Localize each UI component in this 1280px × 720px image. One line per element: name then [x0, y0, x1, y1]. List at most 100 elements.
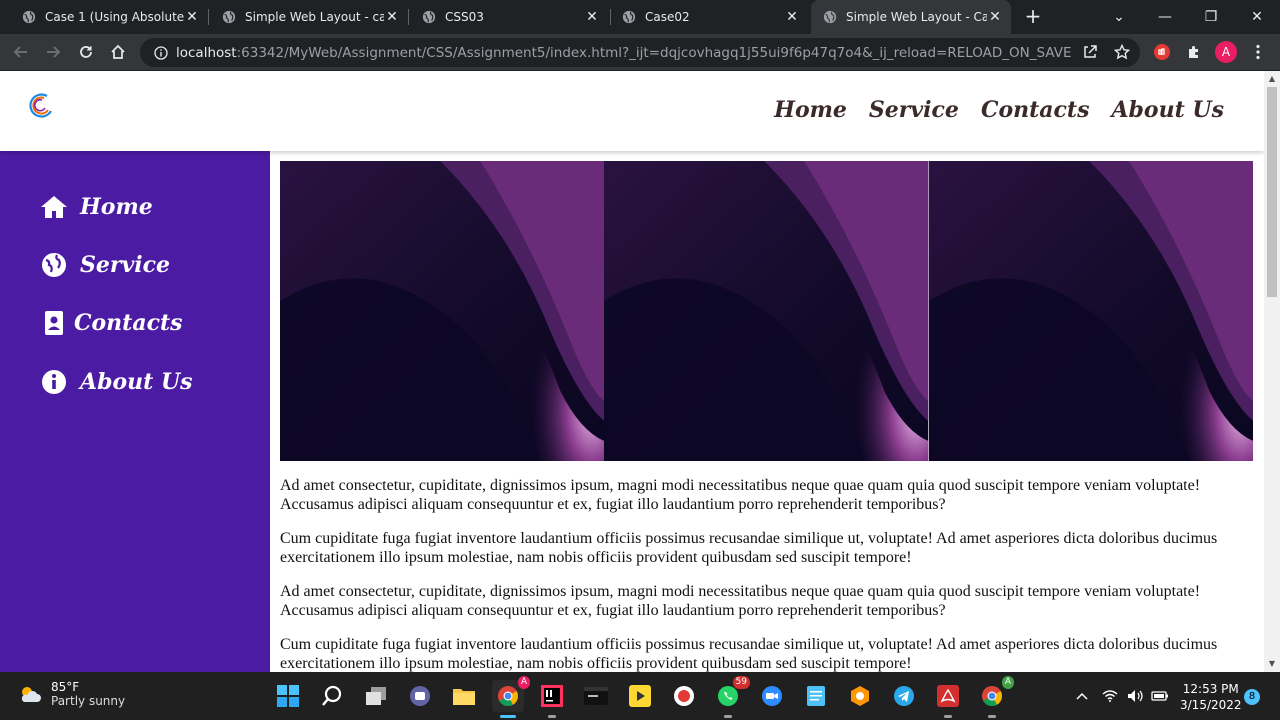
- scroll-down-arrow[interactable]: ▼: [1264, 656, 1280, 672]
- browser-tab-bar: Case 1 (Using Absolute & ✕ Simple Web La…: [0, 0, 1280, 34]
- scroll-thumb[interactable]: [1267, 87, 1277, 297]
- sidebar-item-service[interactable]: Service: [40, 251, 170, 279]
- new-tab-button[interactable]: +: [1022, 5, 1044, 27]
- logo-icon[interactable]: [27, 91, 55, 119]
- acrobat-app[interactable]: [932, 680, 964, 718]
- tab-5-active[interactable]: Simple Web Layout - Case ✕: [811, 0, 1011, 34]
- url-host: localhost: [176, 44, 237, 61]
- wifi-icon[interactable]: [1102, 672, 1118, 720]
- page-scrollbar[interactable]: ▲ ▼: [1264, 71, 1280, 672]
- sidebar-item-about[interactable]: About Us: [40, 368, 193, 396]
- address-bar[interactable]: localhost :63342/MyWeb/Assignment/CSS/As…: [140, 38, 1140, 67]
- tab-1[interactable]: Case 1 (Using Absolute & ✕: [0, 0, 208, 34]
- scroll-up-arrow[interactable]: ▲: [1264, 71, 1280, 87]
- task-view-button[interactable]: [360, 680, 392, 712]
- windows-taskbar: 85°F Partly sunny A 59 A 12:53 PM 3/15/2…: [0, 672, 1280, 720]
- tab-title: Case02: [645, 10, 690, 24]
- weather-temp: 85°F: [51, 680, 80, 694]
- running-indicator: [988, 715, 996, 718]
- tab-title: Simple Web Layout - case: [245, 10, 384, 24]
- sidebar-item-label: About Us: [80, 369, 193, 395]
- close-icon[interactable]: ✕: [384, 9, 400, 25]
- topnav-about-link[interactable]: About Us: [1111, 97, 1224, 123]
- close-icon[interactable]: ✕: [584, 9, 600, 25]
- chevron-up-icon: [1076, 692, 1088, 700]
- tab-title: CSS03: [445, 10, 484, 24]
- sublime-app[interactable]: [844, 680, 876, 712]
- menu-kebab-icon[interactable]: [1246, 40, 1270, 64]
- close-icon[interactable]: ✕: [184, 9, 200, 25]
- folder-icon: [453, 689, 475, 705]
- weather-widget[interactable]: 85°F Partly sunny: [18, 680, 125, 708]
- recorder-app[interactable]: [668, 680, 700, 712]
- notepad-app[interactable]: [800, 680, 832, 712]
- body-paragraph: Ad amet consectetur, cupiditate, digniss…: [280, 583, 1201, 619]
- telegram-app[interactable]: [888, 680, 920, 712]
- start-button[interactable]: [272, 680, 304, 712]
- sidebar-item-contacts[interactable]: Contacts: [40, 309, 183, 337]
- running-indicator: [944, 715, 952, 718]
- search-button[interactable]: [316, 680, 348, 712]
- profile-avatar[interactable]: A: [1214, 40, 1238, 64]
- hero-image: [280, 161, 605, 461]
- topnav-contacts-link[interactable]: Contacts: [981, 97, 1090, 123]
- close-icon[interactable]: ✕: [784, 9, 800, 25]
- show-hidden-icons[interactable]: [1076, 672, 1088, 720]
- close-window-button[interactable]: ✕: [1234, 0, 1280, 34]
- globe-icon: [823, 10, 837, 24]
- restore-button[interactable]: ❐: [1188, 0, 1234, 34]
- chrome-icon: [498, 686, 519, 707]
- info-icon[interactable]: [154, 45, 168, 60]
- running-indicator: [500, 715, 516, 718]
- sidebar-item-label: Home: [80, 194, 153, 220]
- extension-red-icon[interactable]: [1150, 40, 1174, 64]
- chrome-app[interactable]: A: [492, 676, 530, 718]
- terminal-app[interactable]: [580, 680, 612, 712]
- share-icon[interactable]: [1078, 40, 1102, 64]
- player-app[interactable]: [624, 680, 656, 712]
- tab-search-icon[interactable]: ⌄: [1096, 0, 1142, 34]
- home-button[interactable]: [106, 40, 130, 64]
- battery-icon[interactable]: [1151, 672, 1169, 720]
- chrome-profile-app[interactable]: A: [976, 676, 1014, 718]
- hero-banner: [280, 161, 1253, 461]
- intellij-icon: [541, 685, 563, 707]
- reload-icon: [80, 46, 92, 58]
- top-nav: Home Service Contacts About Us: [774, 97, 1224, 123]
- body-paragraph: Cum cupiditate fuga fugiat inventore lau…: [280, 530, 1218, 566]
- globe-icon: [622, 10, 636, 24]
- contact-card-icon: [40, 309, 68, 337]
- volume-icon[interactable]: [1127, 672, 1143, 720]
- terminal-icon: [584, 687, 608, 705]
- notepad-icon: [807, 686, 825, 706]
- clock-date: 3/15/2022: [1180, 698, 1242, 712]
- back-button[interactable]: [9, 40, 33, 64]
- teams-chat-app[interactable]: [404, 680, 436, 712]
- clock[interactable]: 12:53 PM 3/15/2022: [1180, 681, 1242, 713]
- reload-button[interactable]: [74, 40, 98, 64]
- minimize-button[interactable]: —: [1142, 0, 1188, 34]
- extensions-puzzle-icon[interactable]: [1182, 40, 1206, 64]
- hero-image: [604, 161, 929, 461]
- whatsapp-app[interactable]: 59: [712, 676, 750, 718]
- tab-2[interactable]: Simple Web Layout - case ✕: [200, 0, 408, 34]
- forward-button[interactable]: [41, 40, 65, 64]
- browser-toolbar: localhost :63342/MyWeb/Assignment/CSS/As…: [0, 34, 1280, 71]
- hexagon-app-icon: [851, 686, 869, 706]
- zoom-app[interactable]: [756, 680, 788, 712]
- topnav-service-link[interactable]: Service: [869, 97, 959, 123]
- topnav-home-link[interactable]: Home: [774, 97, 847, 123]
- tab-3[interactable]: CSS03 ✕: [400, 0, 608, 34]
- arrow-left-icon: [13, 46, 27, 58]
- close-icon[interactable]: ✕: [987, 9, 1003, 25]
- partly-sunny-icon: [21, 687, 41, 702]
- url-path: :63342/MyWeb/Assignment/CSS/Assignment5/…: [236, 44, 1072, 61]
- site-header: Home Service Contacts About Us: [0, 71, 1264, 151]
- sidebar-item-home[interactable]: Home: [40, 193, 153, 221]
- bookmark-star-icon[interactable]: [1110, 40, 1134, 64]
- profile-badge: A: [517, 676, 530, 689]
- intellij-app[interactable]: [536, 680, 568, 718]
- file-explorer-app[interactable]: [448, 680, 480, 712]
- tab-4[interactable]: Case02 ✕: [600, 0, 808, 34]
- notification-badge[interactable]: 8: [1244, 689, 1260, 705]
